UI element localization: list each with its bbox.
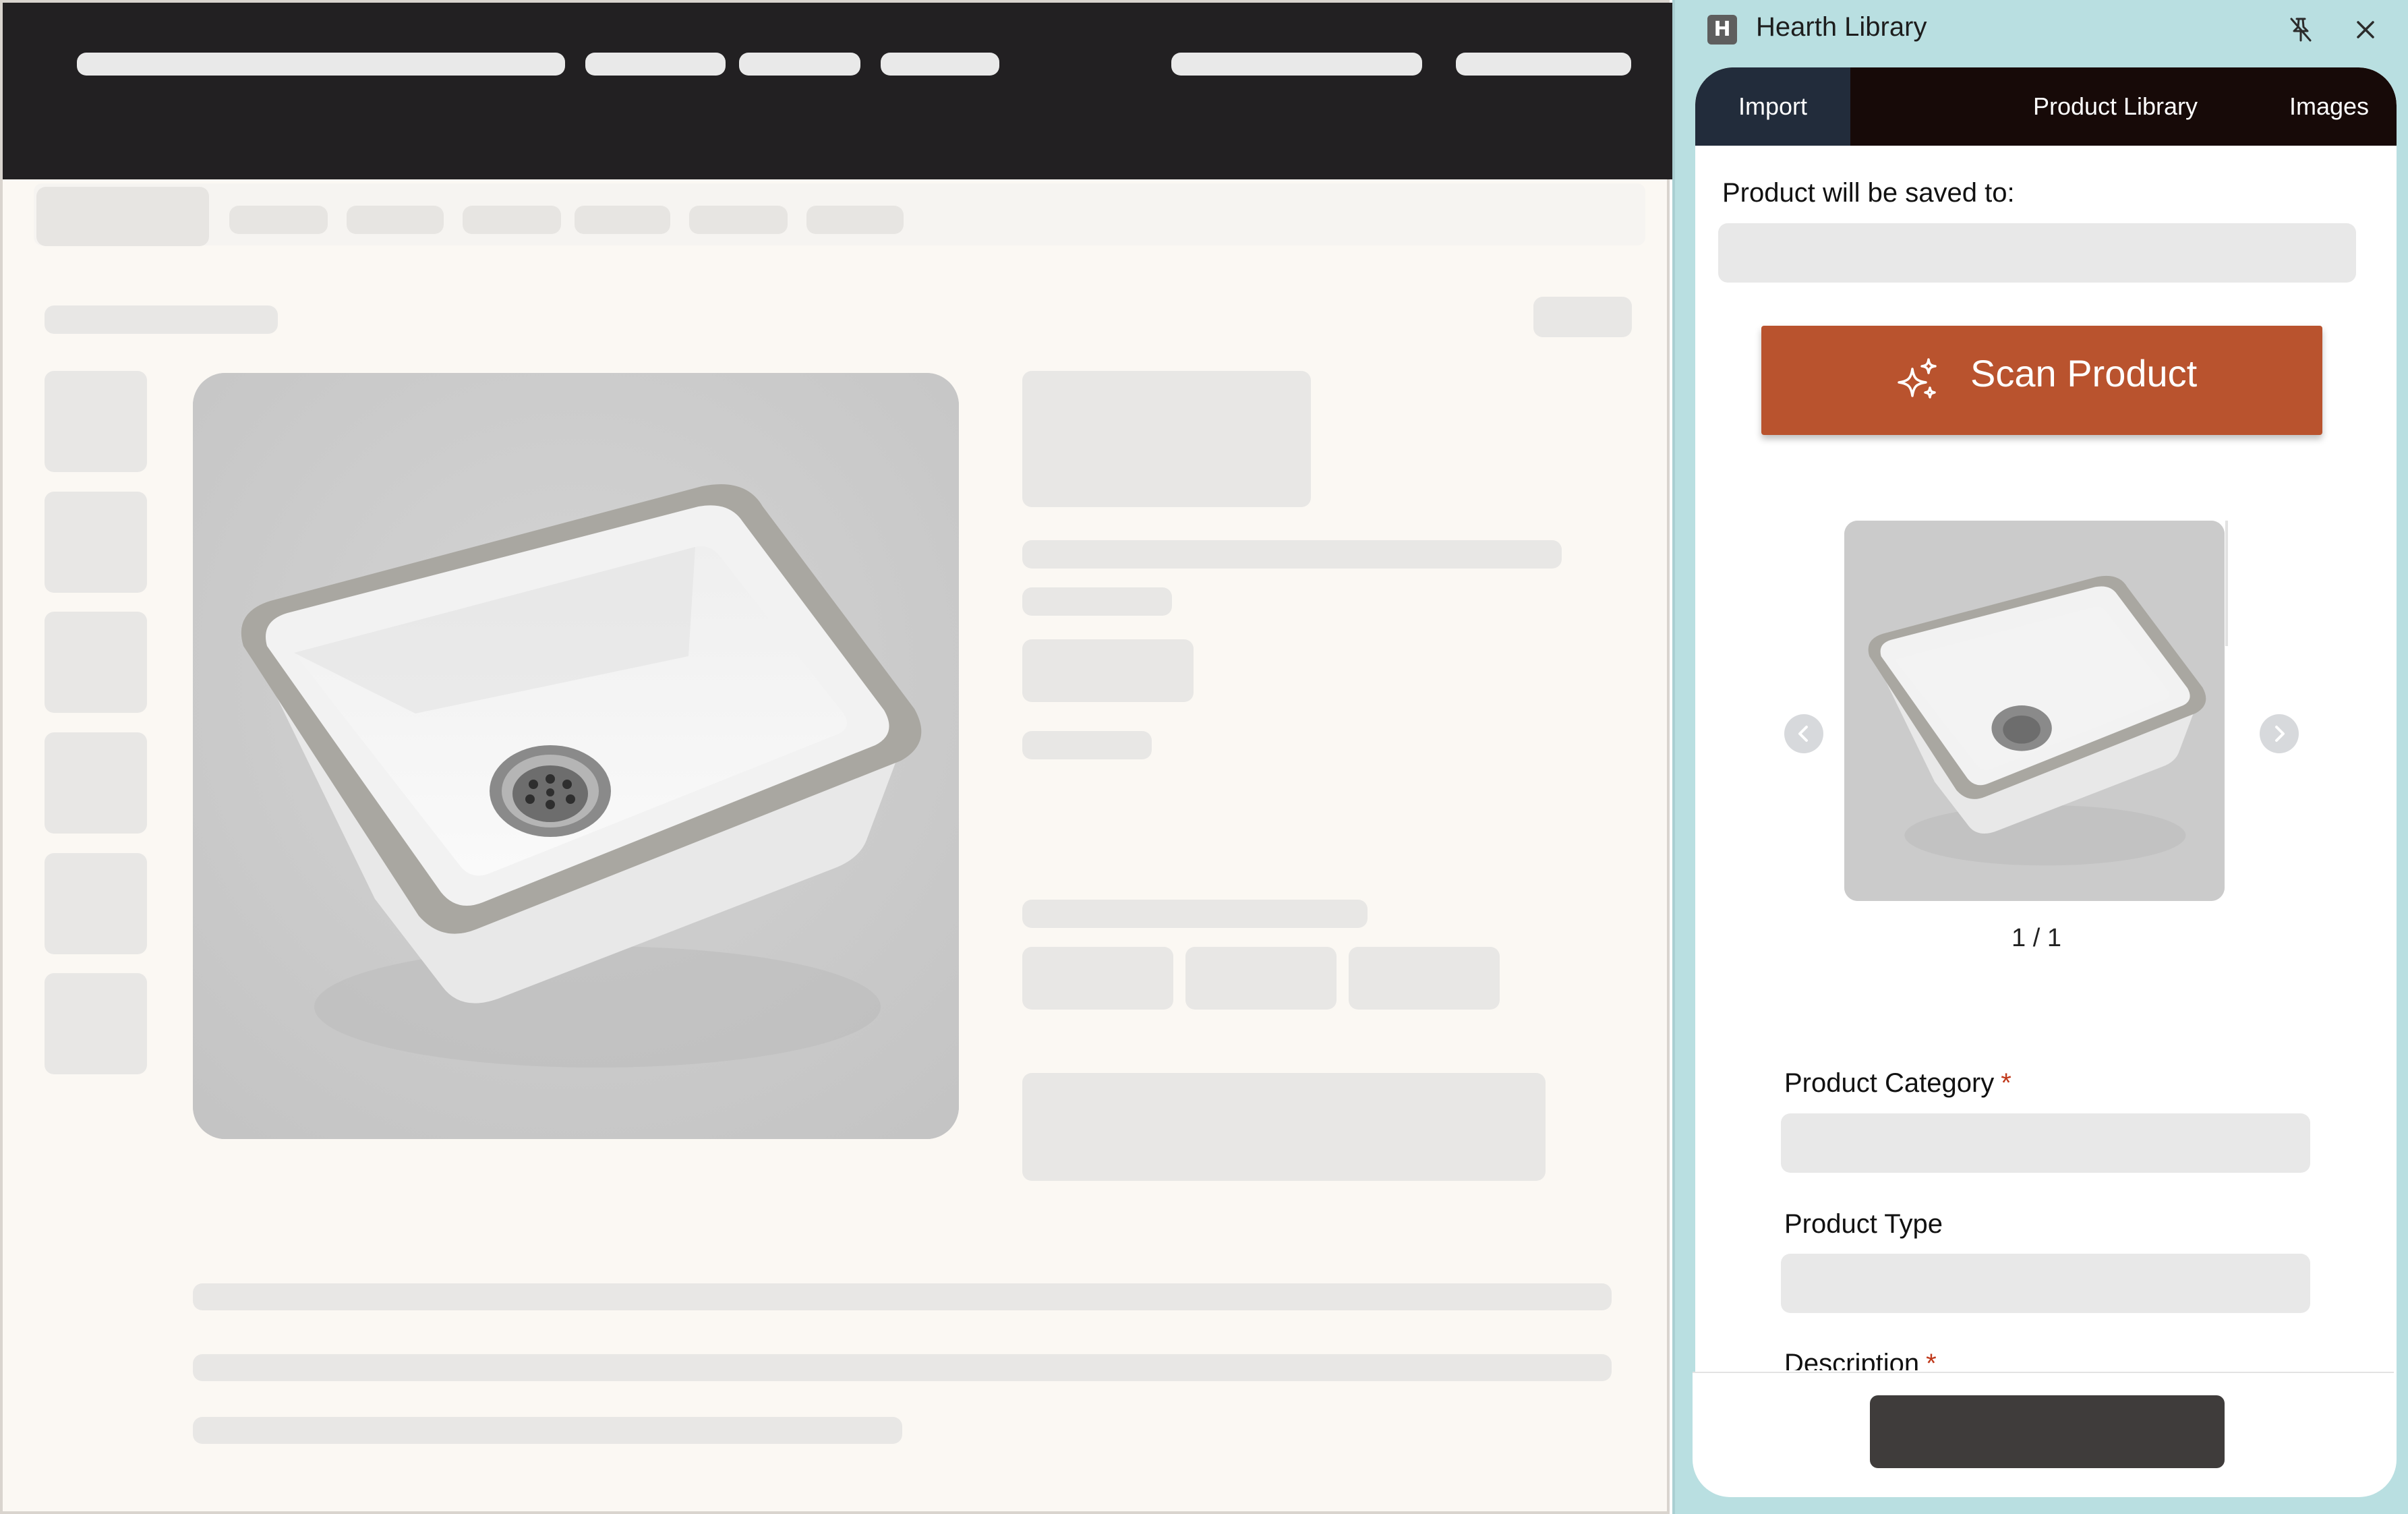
thumbnail-skeleton[interactable] [45, 973, 147, 1074]
scan-product-label: Scan Product [1970, 352, 2198, 395]
product-category-label: Product Category * [1784, 1068, 2011, 1099]
site-header [3, 3, 1672, 179]
scan-product-button[interactable]: Scan Product [1761, 326, 2322, 435]
description-label-clip: Description * [1784, 1349, 2054, 1370]
image-counter: 1 / 1 [2011, 924, 2061, 952]
nav-skeleton-item [347, 206, 444, 234]
product-title-skeleton [1022, 371, 1311, 507]
sink-illustration [193, 373, 959, 1139]
sparkles-icon [1893, 357, 1942, 405]
required-mark: * [1926, 1349, 1937, 1370]
pin-off-icon[interactable] [2285, 13, 2317, 46]
description-line-skeleton [193, 1354, 1612, 1381]
nav-skeleton-item [36, 187, 209, 246]
nav-skeleton-item [575, 206, 670, 234]
nav-skeleton-item [689, 206, 788, 234]
product-type-label: Product Type [1784, 1209, 1943, 1239]
main-product-image [193, 373, 959, 1139]
header-skeleton-search [1171, 53, 1422, 76]
header-skeleton-link [881, 53, 999, 76]
panel-tabs: Import Product Library Images [1695, 67, 2397, 146]
thumbnail-skeleton[interactable] [45, 371, 147, 472]
product-price-skeleton [1022, 639, 1194, 702]
tab-images[interactable]: Images [2262, 67, 2397, 146]
nav-skeleton-item [463, 206, 561, 234]
app-title: Hearth Library [1756, 12, 1927, 42]
product-rating-skeleton [1022, 731, 1152, 759]
scanned-image-preview [1844, 521, 2225, 901]
product-type-field[interactable] [1781, 1254, 2310, 1313]
tab-import[interactable]: Import [1695, 67, 1850, 146]
thumbnail-skeleton[interactable] [45, 492, 147, 593]
close-icon[interactable] [2349, 13, 2382, 46]
description-text: Description [1784, 1349, 1920, 1370]
tab-product-library[interactable]: Product Library [1978, 67, 2252, 146]
breadcrumb-skeleton [45, 305, 278, 334]
required-mark: * [2001, 1068, 2011, 1098]
product-brand-skeleton [1022, 587, 1172, 616]
thumbnail-skeleton[interactable] [45, 732, 147, 834]
panel-titlebar: H Hearth Library [1675, 0, 2408, 62]
nav-skeleton-item [229, 206, 328, 234]
sink-thumbnail [1844, 521, 2225, 901]
header-skeleton-link [585, 53, 726, 76]
header-skeleton-logo [77, 53, 565, 76]
submit-button[interactable] [1870, 1395, 2225, 1468]
app-logo: H [1707, 15, 1737, 45]
description-label: Description * [1784, 1349, 1937, 1370]
product-name-skeleton [1022, 540, 1562, 569]
option-swatch-skeleton[interactable] [1185, 947, 1337, 1010]
description-line-skeleton [193, 1417, 902, 1444]
carousel-scrollbar[interactable] [2225, 521, 2228, 646]
thumbnail-skeleton[interactable] [45, 612, 147, 713]
header-skeleton-account [1456, 53, 1631, 76]
description-line-skeleton [193, 1283, 1612, 1310]
thumbnail-skeleton[interactable] [45, 853, 147, 954]
header-skeleton-link [739, 53, 860, 76]
product-category-text: Product Category [1784, 1068, 1995, 1098]
chevron-left-icon[interactable] [1784, 714, 1823, 753]
add-to-cart-skeleton[interactable] [1022, 1073, 1546, 1181]
nav-skeleton-item [806, 206, 904, 234]
option-label-skeleton [1022, 900, 1368, 928]
chevron-right-icon[interactable] [2260, 714, 2299, 753]
option-swatch-skeleton[interactable] [1022, 947, 1173, 1010]
option-swatch-skeleton[interactable] [1349, 947, 1500, 1010]
product-category-field[interactable] [1781, 1113, 2310, 1173]
share-skeleton [1533, 297, 1632, 337]
save-destination-label: Product will be saved to: [1722, 178, 2015, 208]
save-destination-field[interactable] [1718, 223, 2356, 283]
product-page [0, 0, 1672, 1514]
